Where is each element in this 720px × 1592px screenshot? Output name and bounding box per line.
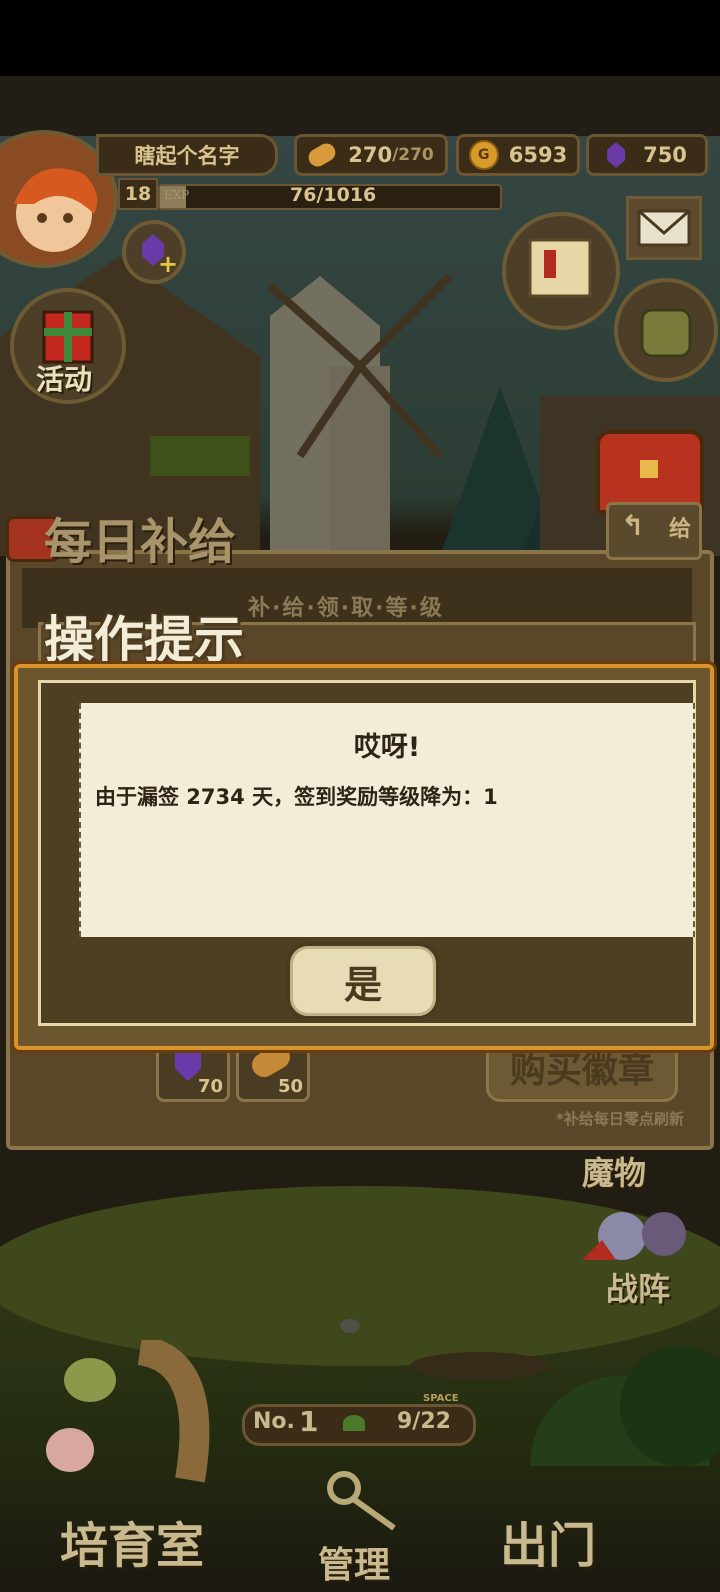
daily-supply-title: 每日补给 [44,514,237,570]
treasure-chest-icon [640,460,658,478]
back-arrow-icon: ↰ [621,509,645,542]
refresh-note: *补给每日零点刷新 [556,1110,684,1128]
return-label: 给 [669,517,692,542]
go-out-button[interactable]: 出门 [500,1506,640,1586]
level-value: 18 [124,183,152,205]
purple-gem-icon [607,142,626,168]
keys-icon [327,1471,396,1531]
space-label: SPACE [423,1393,459,1404]
gem-counter[interactable]: 750 [586,134,708,176]
return-button[interactable]: ↰ 给 [606,502,702,560]
monsters-button[interactable]: 魔物 [582,1148,692,1192]
daily-supply-subtitle: 补·给·领·取·等·级 [248,596,444,621]
sprout-icon [343,1415,365,1431]
player-name-field[interactable]: 瞎起个名字 [96,134,278,176]
rank-prefix: No. [253,1409,295,1434]
stamina-value: 270 [348,143,393,167]
player-name: 瞎起个名字 [134,144,240,168]
manage-button[interactable]: 管理 [294,1458,424,1588]
exp-value: 76/1016 [290,184,377,206]
event-button[interactable]: 活动 [10,288,126,404]
formation-icon [582,1212,686,1260]
add-gems-button[interactable]: + [122,220,186,284]
confirm-label: 是 [343,962,382,1007]
stamina-max: /270 [392,145,434,165]
quest-scroll-button[interactable] [502,212,620,330]
scroll-icon [528,238,592,298]
dialog-banner-title: 操作提示 [44,611,244,669]
nursery-decor [20,1335,220,1490]
space-value: 9/22 [397,1409,451,1434]
bread-icon [305,140,339,170]
exp-bar: EXP 76/1016 [158,184,502,210]
envelope-icon [637,209,691,247]
gold-coin-icon: G [468,140,499,170]
dialog-message: 由于漏签 2734 天，签到奖励等级降为：1 [95,785,498,809]
gem-value: 750 [643,143,687,167]
rank-value: 1 [299,1405,319,1438]
nursery-button[interactable]: 培育室 [60,1506,240,1586]
exp-label: EXP [164,188,190,202]
dialog-paper: 哎呀! 由于漏签 2734 天，签到奖励等级降为：1 [79,703,695,937]
nest-egg-icon [46,1335,210,1483]
backpack-icon [640,308,692,358]
plus-icon: + [158,250,179,278]
bread-reward-count: 50 [277,1076,303,1097]
event-label: 活动 [36,363,93,396]
go-out-label: 出门 [500,1518,597,1574]
gem-reward-count: 70 [197,1076,223,1097]
bag-button[interactable] [614,278,718,382]
level-badge: 18 [118,178,158,210]
rank-space-bar: No. 1 SPACE 9/22 [242,1393,476,1446]
mail-button[interactable] [626,196,702,260]
monsters-label: 魔物 [582,1154,647,1192]
gold-value: 6593 [508,143,568,167]
manage-label: 管理 [318,1545,391,1586]
nursery-label: 培育室 [60,1518,205,1574]
formation-button[interactable]: 战阵 [582,1200,702,1320]
formation-label: 战阵 [606,1270,671,1308]
status-bar [0,0,720,76]
gold-counter[interactable]: G 6593 [456,134,580,176]
confirm-button[interactable]: 是 [286,942,440,1020]
dialog-heading: 哎呀! [353,732,421,763]
stamina-counter[interactable]: 270 /270 [294,134,448,176]
